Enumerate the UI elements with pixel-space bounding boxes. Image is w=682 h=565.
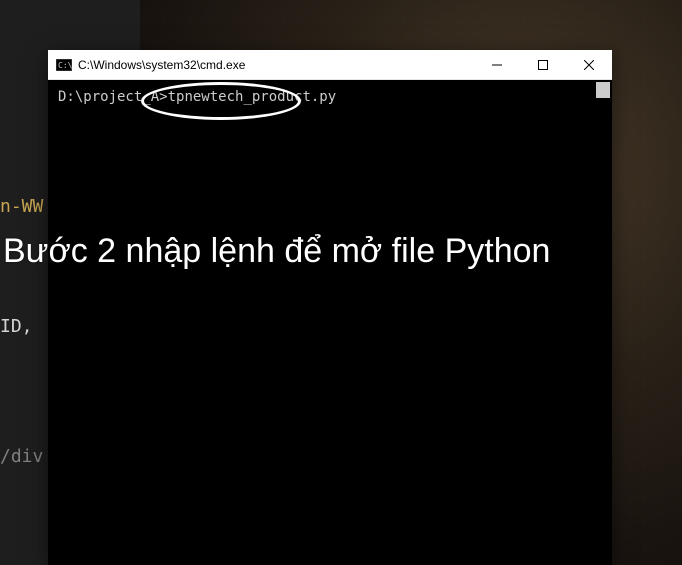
close-button[interactable] [566, 50, 612, 80]
window-titlebar[interactable]: C:\ C:\Windows\system32\cmd.exe [48, 50, 612, 80]
editor-fragment: ID, [0, 316, 33, 337]
cmd-window: C:\ C:\Windows\system32\cmd.exe D:\proje… [48, 50, 612, 565]
cmd-icon: C:\ [56, 58, 72, 72]
prompt-path: D:\project_A [58, 89, 159, 105]
terminal-body[interactable]: D:\project_A>tpnewtech_product.py [48, 80, 612, 565]
editor-fragment: /div [0, 446, 43, 467]
window-title: C:\Windows\system32\cmd.exe [78, 58, 245, 72]
minimize-button[interactable] [474, 50, 520, 80]
terminal-line: D:\project_A>tpnewtech_product.py [58, 88, 602, 108]
typed-command: tpnewtech_product.py [168, 89, 337, 105]
prompt-separator: > [159, 89, 167, 105]
maximize-button[interactable] [520, 50, 566, 80]
viewport: n-WW ID, /div C:\ C:\Windows\system32\cm… [0, 0, 682, 565]
scrollbar-thumb[interactable] [596, 82, 610, 98]
editor-fragment: n-WW [0, 196, 43, 217]
svg-text:C:\: C:\ [58, 61, 72, 70]
